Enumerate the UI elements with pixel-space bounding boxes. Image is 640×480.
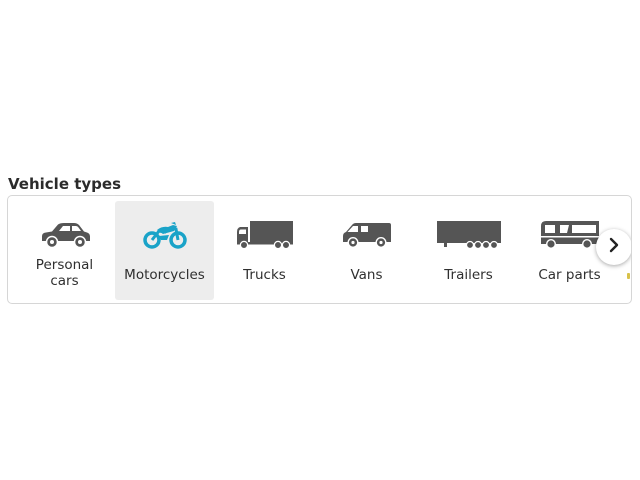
tile-label: Personal cars bbox=[35, 257, 94, 289]
chevron-right-icon bbox=[607, 237, 621, 257]
trailer-icon bbox=[419, 215, 518, 255]
tile-motorcycles[interactable]: Motorcycles bbox=[115, 201, 214, 300]
motorcycle-icon bbox=[115, 215, 214, 255]
tile-trucks[interactable]: Trucks bbox=[215, 201, 314, 300]
tile-label: Car parts bbox=[538, 267, 601, 283]
page: Vehicle types Personal cars Motorcycles … bbox=[0, 0, 640, 480]
tile-label: Vans bbox=[350, 267, 383, 283]
tile-vans[interactable]: Vans bbox=[317, 201, 416, 300]
tile-label: Motorcycles bbox=[124, 267, 205, 283]
vehicle-types-carousel: Personal cars Motorcycles Trucks Vans Tr… bbox=[7, 195, 632, 304]
tile-personal-cars[interactable]: Personal cars bbox=[15, 201, 114, 300]
tile-trailers[interactable]: Trailers bbox=[419, 201, 518, 300]
van-icon bbox=[317, 215, 416, 255]
next-item-edge bbox=[627, 273, 630, 279]
carousel-next-button[interactable] bbox=[596, 229, 631, 265]
section-title: Vehicle types bbox=[8, 175, 121, 193]
tile-label: Trailers bbox=[444, 267, 493, 283]
car-icon bbox=[15, 215, 114, 255]
truck-icon bbox=[215, 215, 314, 255]
tile-label: Trucks bbox=[243, 267, 286, 283]
